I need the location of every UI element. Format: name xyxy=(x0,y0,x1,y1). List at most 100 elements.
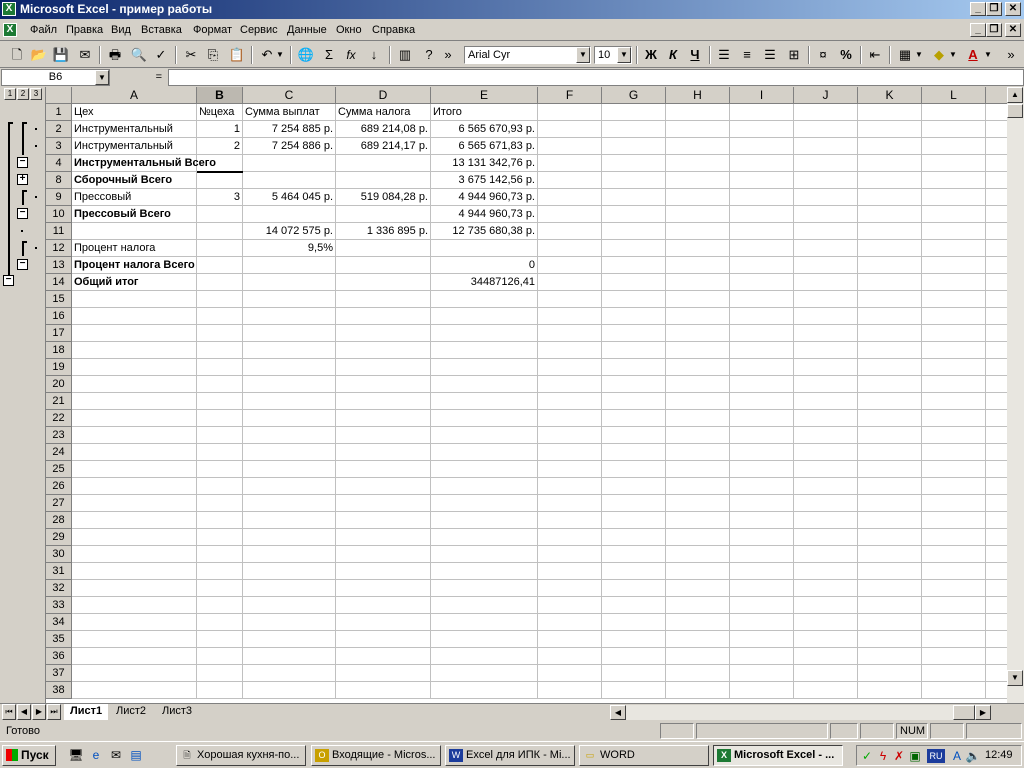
cell-empty[interactable] xyxy=(730,614,794,631)
cell-empty[interactable] xyxy=(538,478,602,495)
cell-empty[interactable] xyxy=(730,342,794,359)
cell-a-32[interactable] xyxy=(72,580,197,597)
cell-a-12[interactable]: Процент налога xyxy=(72,240,197,257)
cell-empty[interactable] xyxy=(794,631,858,648)
cell-empty[interactable] xyxy=(538,104,602,121)
cell-empty[interactable] xyxy=(858,274,922,291)
cell-e-22[interactable] xyxy=(431,410,538,427)
menu-edit[interactable]: Правка xyxy=(66,24,103,36)
cell-empty[interactable] xyxy=(666,172,730,189)
column-header-b[interactable]: B xyxy=(197,87,243,104)
cell-a-4[interactable]: Инструментальный Всего xyxy=(72,155,216,172)
cell-d-37[interactable] xyxy=(336,665,431,682)
cell-a-17[interactable] xyxy=(72,325,197,342)
row-header[interactable]: 9 xyxy=(46,189,72,206)
cell-empty[interactable] xyxy=(794,325,858,342)
cell-c-10[interactable] xyxy=(243,206,336,223)
cell-empty[interactable] xyxy=(794,614,858,631)
cell-empty[interactable] xyxy=(794,240,858,257)
cell-e-37[interactable] xyxy=(431,665,538,682)
cell-empty[interactable] xyxy=(602,495,666,512)
cell-b-17[interactable] xyxy=(197,325,243,342)
cell-empty[interactable] xyxy=(986,682,1007,699)
toolbar-more-icon-2[interactable]: » xyxy=(1004,45,1018,65)
row-header[interactable]: 12 xyxy=(46,240,72,257)
cell-e-27[interactable] xyxy=(431,495,538,512)
cell-empty[interactable] xyxy=(858,240,922,257)
cell-empty[interactable] xyxy=(986,376,1007,393)
cell-c-19[interactable] xyxy=(243,359,336,376)
cell-empty[interactable] xyxy=(602,359,666,376)
cell-empty[interactable] xyxy=(986,206,1007,223)
cell-empty[interactable] xyxy=(666,138,730,155)
cell-empty[interactable] xyxy=(922,189,986,206)
cell-empty[interactable] xyxy=(986,155,1007,172)
row-header[interactable]: 18 xyxy=(46,342,72,359)
task-word-folder[interactable]: ▭ WORD xyxy=(579,745,709,766)
cell-e-17[interactable] xyxy=(431,325,538,342)
cell-empty[interactable] xyxy=(666,189,730,206)
cell-empty[interactable] xyxy=(794,223,858,240)
cell-c-3[interactable]: 7 254 886 р. xyxy=(243,138,336,155)
cell-a-3[interactable]: Инструментальный xyxy=(72,138,197,155)
doc-minimize-button[interactable]: _ xyxy=(970,23,986,37)
cell-b-38[interactable] xyxy=(197,682,243,699)
cell-empty[interactable] xyxy=(602,614,666,631)
menu-view[interactable]: Вид xyxy=(111,24,131,36)
cell-b-21[interactable] xyxy=(197,393,243,410)
cell-empty[interactable] xyxy=(538,223,602,240)
cell-b-16[interactable] xyxy=(197,308,243,325)
cell-d-26[interactable] xyxy=(336,478,431,495)
cell-empty[interactable] xyxy=(538,189,602,206)
cell-empty[interactable] xyxy=(538,172,602,189)
cell-a-15[interactable] xyxy=(72,291,197,308)
cell-empty[interactable] xyxy=(666,206,730,223)
cell-c-36[interactable] xyxy=(243,648,336,665)
cell-empty[interactable] xyxy=(666,393,730,410)
cell-e-18[interactable] xyxy=(431,342,538,359)
cell-empty[interactable] xyxy=(730,291,794,308)
undo-dropdown-icon[interactable]: ▼ xyxy=(274,45,286,65)
sheet-tab-2[interactable]: Лист2 xyxy=(110,704,152,720)
cell-e-38[interactable] xyxy=(431,682,538,699)
row-header[interactable]: 36 xyxy=(46,648,72,665)
cell-b-31[interactable] xyxy=(197,563,243,580)
sheet-tab-3[interactable]: Лист3 xyxy=(156,704,198,720)
collapse-level1-icon[interactable]: − xyxy=(3,275,14,286)
cell-empty[interactable] xyxy=(602,478,666,495)
workbook-icon[interactable]: X xyxy=(3,23,17,37)
cell-empty[interactable] xyxy=(602,155,666,172)
cell-a-19[interactable] xyxy=(72,359,197,376)
cell-empty[interactable] xyxy=(858,665,922,682)
cell-empty[interactable] xyxy=(666,682,730,699)
sort-ascending-icon[interactable]: ↓ xyxy=(363,45,385,65)
cell-empty[interactable] xyxy=(538,665,602,682)
title-bar[interactable]: X Microsoft Excel - пример работы _ ❐ ✕ xyxy=(0,0,1024,19)
cell-empty[interactable] xyxy=(858,393,922,410)
cell-empty[interactable] xyxy=(602,189,666,206)
cell-d-35[interactable] xyxy=(336,631,431,648)
cell-empty[interactable] xyxy=(858,325,922,342)
cell-d-22[interactable] xyxy=(336,410,431,427)
autosum-icon[interactable]: Σ xyxy=(318,45,340,65)
cell-e-14[interactable]: 34487126,41 xyxy=(431,274,538,291)
percent-icon[interactable]: % xyxy=(835,45,857,65)
menu-insert[interactable]: Вставка xyxy=(141,24,182,36)
cell-d-17[interactable] xyxy=(336,325,431,342)
cell-empty[interactable] xyxy=(794,291,858,308)
cell-d-2[interactable]: 689 214,08 р. xyxy=(336,121,431,138)
cell-b-18[interactable] xyxy=(197,342,243,359)
cut-icon[interactable]: ✂ xyxy=(180,45,202,65)
copy-icon[interactable]: ⎘ xyxy=(202,45,224,65)
cell-empty[interactable] xyxy=(858,478,922,495)
cell-empty[interactable] xyxy=(858,223,922,240)
cell-c-38[interactable] xyxy=(243,682,336,699)
row-header[interactable]: 34 xyxy=(46,614,72,631)
minimize-button[interactable]: _ xyxy=(970,2,986,16)
cell-empty[interactable] xyxy=(986,257,1007,274)
row-header[interactable]: 15 xyxy=(46,291,72,308)
cell-c-15[interactable] xyxy=(243,291,336,308)
cell-e-13[interactable]: 0 xyxy=(431,257,538,274)
name-box[interactable]: B6 ▼ xyxy=(1,69,110,86)
cell-d-13[interactable] xyxy=(336,257,431,274)
